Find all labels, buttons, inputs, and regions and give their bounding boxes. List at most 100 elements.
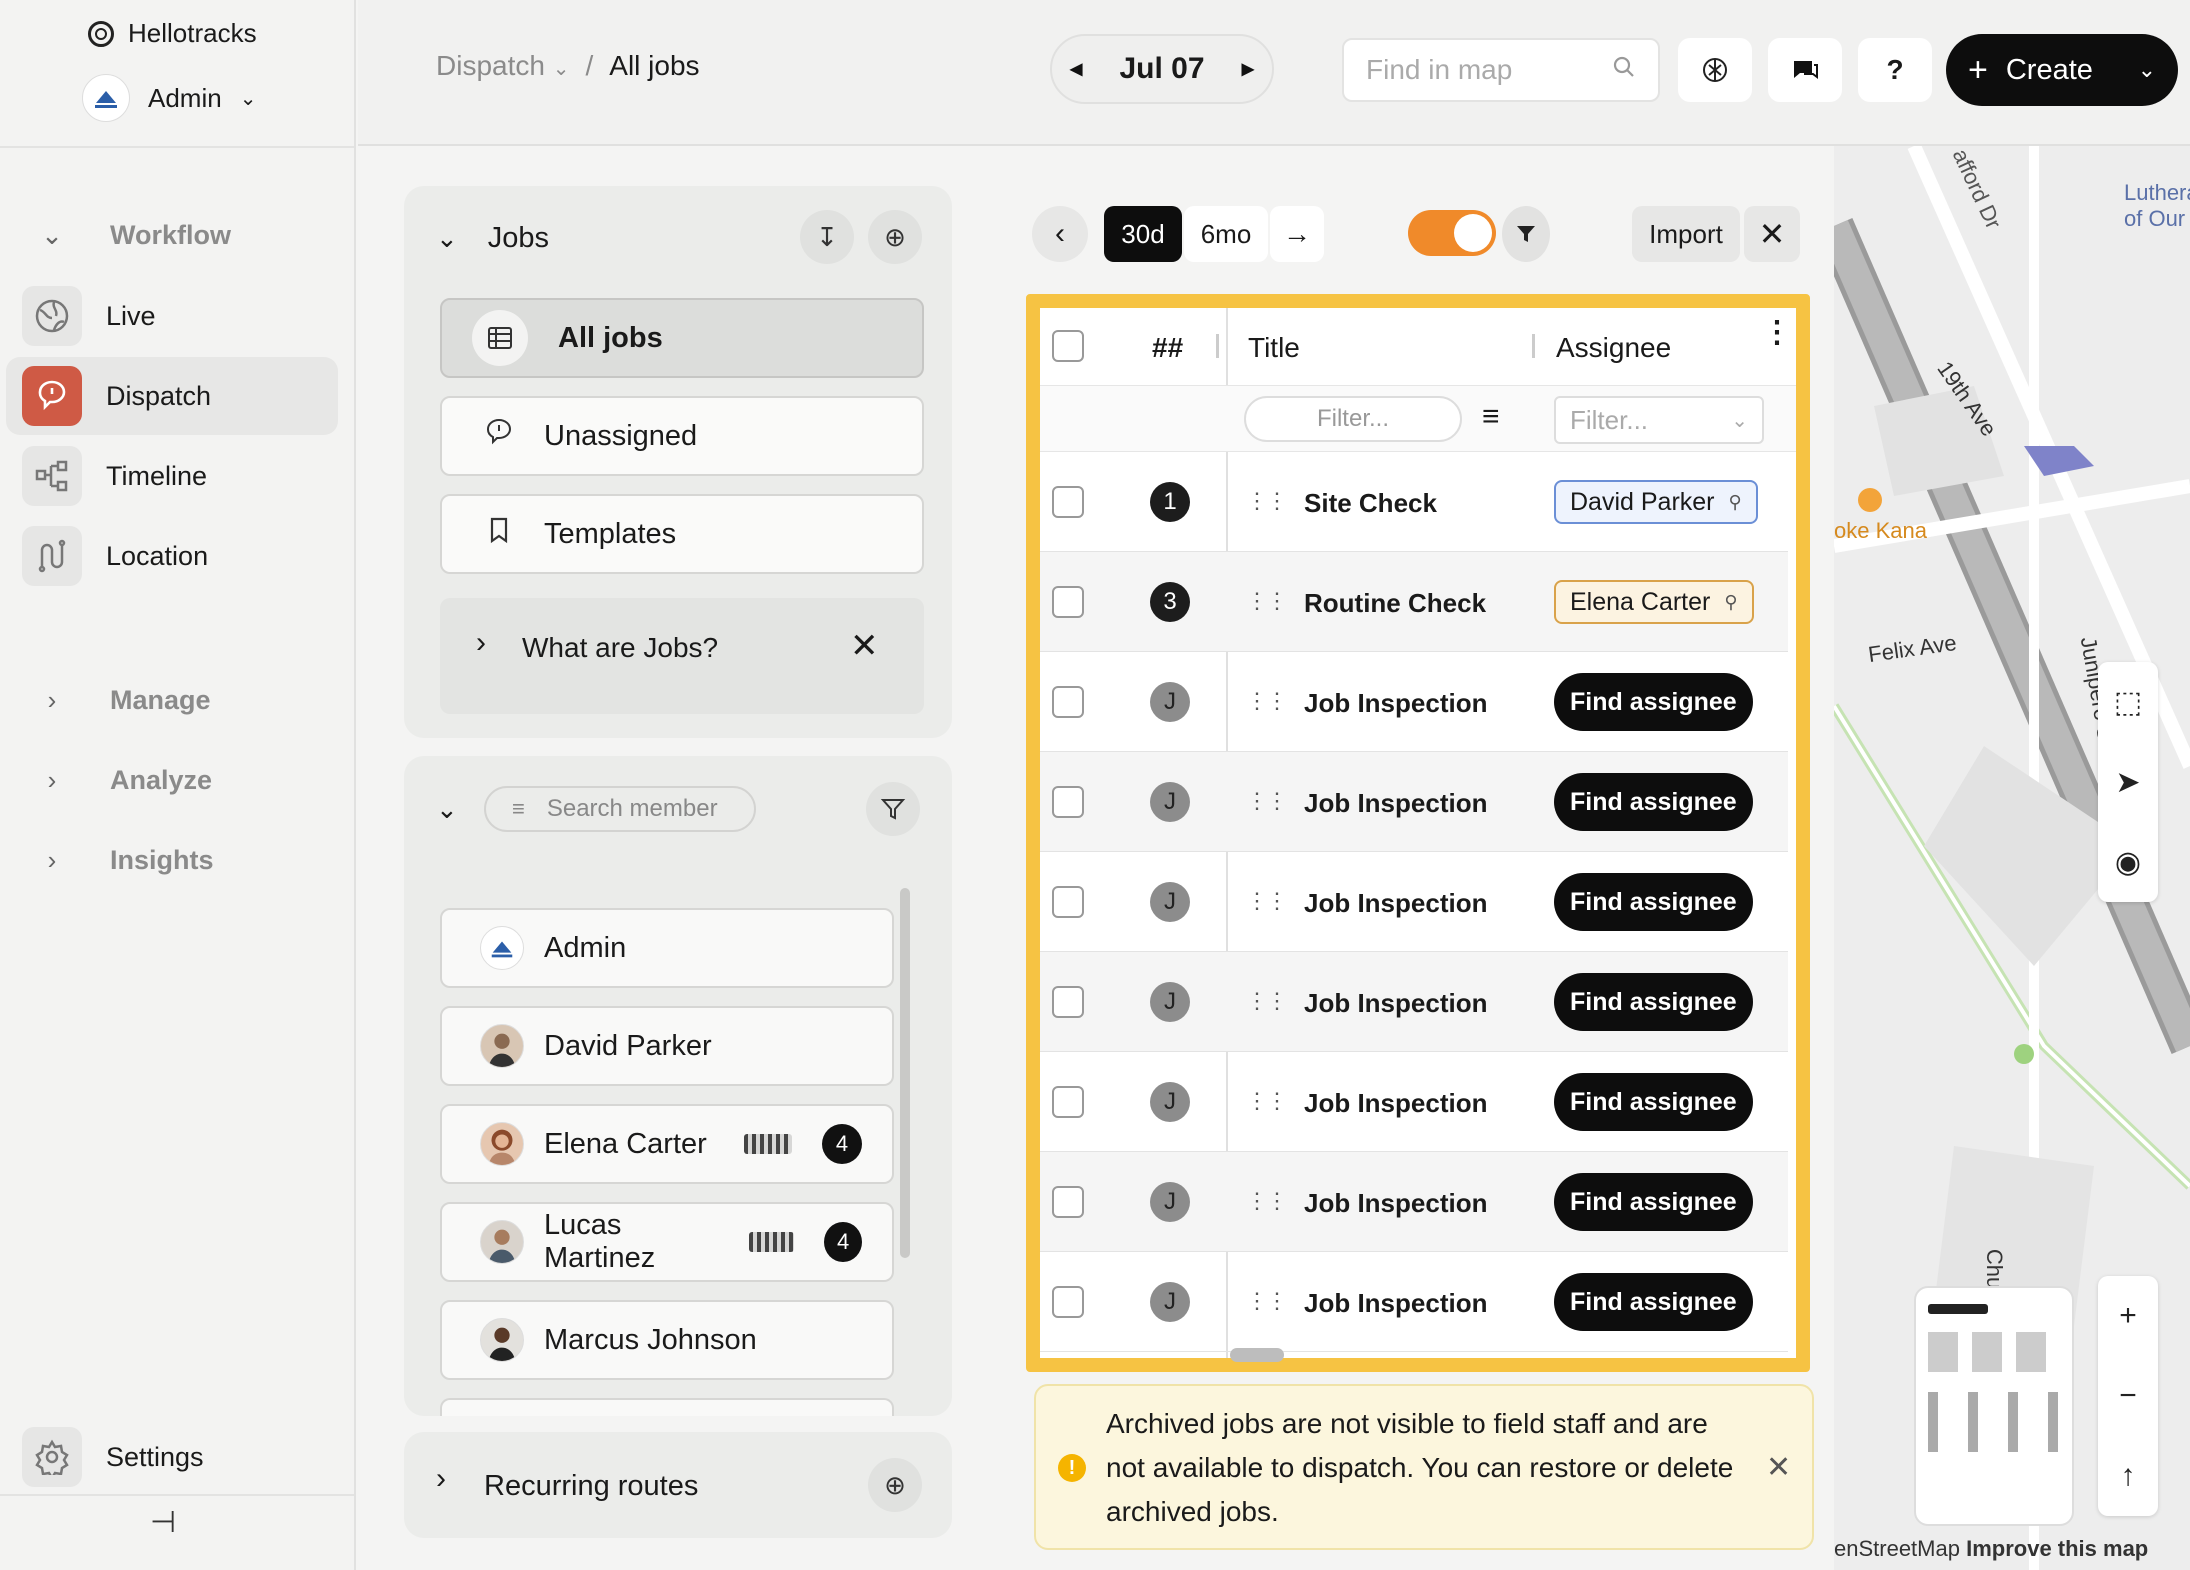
zoom-in-icon[interactable]: + (2119, 1276, 2137, 1356)
job-title[interactable]: Site Check (1304, 488, 1437, 519)
table-row[interactable]: J ⋮⋮ Job Inspection Find assignee (1040, 652, 1788, 752)
account-switcher[interactable]: Admin ⌄ (82, 74, 256, 122)
chevron-down-icon[interactable]: ⌄ (436, 794, 458, 825)
filter-icon[interactable] (866, 782, 920, 836)
date-label[interactable]: Jul 07 (1119, 52, 1204, 86)
drag-handle-icon[interactable]: ⋮⋮ (1246, 788, 1288, 814)
drag-handle-icon[interactable]: ⋮⋮ (1246, 488, 1288, 514)
next-range-button[interactable]: → (1270, 206, 1324, 262)
col-header-title[interactable]: Title (1248, 332, 1300, 364)
find-assignee-button[interactable]: Find assignee (1554, 1273, 1753, 1331)
job-title[interactable]: Job Inspection (1304, 1188, 1487, 1219)
recurring-routes-panel[interactable]: › Recurring routes ⊕ (404, 1432, 952, 1538)
ai-assistant-button[interactable] (1678, 38, 1752, 102)
row-checkbox[interactable] (1052, 886, 1084, 918)
map-style-preview[interactable] (1914, 1286, 2074, 1526)
filter-icon[interactable] (1502, 206, 1550, 262)
column-menu-icon[interactable]: ⋮ (1762, 318, 1792, 348)
close-icon[interactable]: ✕ (850, 626, 879, 666)
job-title[interactable]: Job Inspection (1304, 888, 1487, 919)
table-row[interactable]: J ⋮⋮ Job Inspection Find assignee (1040, 1052, 1788, 1152)
drag-handle-icon[interactable]: ⋮⋮ (1246, 1188, 1288, 1214)
table-row[interactable]: J ⋮⋮ Job Inspection Find assignee (1040, 1152, 1788, 1252)
next-day-button[interactable]: ▶ (1242, 59, 1254, 79)
find-assignee-button[interactable]: Find assignee (1554, 1073, 1753, 1131)
table-row[interactable]: J ⋮⋮ Job Inspection Find assignee (1040, 1252, 1788, 1352)
range-6mo-button[interactable]: 6mo (1184, 206, 1268, 262)
scrollbar[interactable] (900, 888, 910, 1258)
col-header-assignee[interactable]: Assignee (1556, 332, 1671, 364)
assignee-filter-select[interactable]: Filter... ⌄ (1554, 396, 1764, 444)
member-lucas-martinez[interactable]: Lucas Martinez 4 (440, 1202, 894, 1282)
help-button[interactable]: ? (1858, 38, 1932, 102)
member-david-parker[interactable]: David Parker (440, 1006, 894, 1086)
job-title[interactable]: Job Inspection (1304, 1288, 1487, 1319)
search-member-input[interactable]: ≡ Search member (484, 786, 756, 832)
prev-range-button[interactable]: ‹ (1032, 206, 1088, 262)
select-all-checkbox[interactable] (1052, 330, 1084, 362)
import-jobs-icon[interactable]: ↧ (800, 210, 854, 264)
row-checkbox[interactable] (1052, 786, 1084, 818)
find-assignee-button[interactable]: Find assignee (1554, 1173, 1753, 1231)
col-header-number[interactable]: ## (1152, 332, 1183, 364)
import-button[interactable]: Import (1632, 206, 1740, 262)
filter-lines-icon[interactable]: ≡ (1482, 400, 1500, 434)
row-checkbox[interactable] (1052, 486, 1084, 518)
section-workflow[interactable]: ⌄ Workflow (38, 220, 231, 251)
drag-handle-icon[interactable]: ⋮⋮ (1246, 1088, 1288, 1114)
row-checkbox[interactable] (1052, 1086, 1084, 1118)
archive-toggle[interactable] (1408, 210, 1496, 256)
chat-button[interactable] (1768, 38, 1842, 102)
table-row[interactable]: J ⋮⋮ Job Inspection Find assignee (1040, 952, 1788, 1052)
find-in-map-input[interactable]: Find in map (1342, 38, 1660, 102)
member-admin[interactable]: Admin (440, 908, 894, 988)
assignee-chip[interactable]: David Parker ⚲ (1554, 480, 1758, 524)
what-are-jobs-card[interactable]: › What are Jobs? ✕ (440, 598, 924, 714)
add-job-icon[interactable]: ⊕ (868, 210, 922, 264)
row-checkbox[interactable] (1052, 1186, 1084, 1218)
row-checkbox[interactable] (1052, 986, 1084, 1018)
drag-handle-icon[interactable]: ⋮⋮ (1246, 588, 1288, 614)
zoom-out-icon[interactable]: − (2119, 1356, 2137, 1436)
add-route-icon[interactable]: ⊕ (868, 1458, 922, 1512)
range-30d-button[interactable]: 30d (1104, 206, 1182, 262)
view-all-jobs[interactable]: All jobs (440, 298, 924, 378)
sidebar-item-timeline[interactable]: Timeline (6, 437, 338, 515)
drag-handle-icon[interactable]: ⋮⋮ (1246, 1288, 1288, 1314)
reset-north-icon[interactable]: ↑ (2121, 1436, 2136, 1516)
row-checkbox[interactable] (1052, 586, 1084, 618)
row-checkbox[interactable] (1052, 686, 1084, 718)
sidebar-item-live[interactable]: Live (6, 277, 338, 355)
view-templates[interactable]: Templates (440, 494, 924, 574)
find-assignee-button[interactable]: Find assignee (1554, 873, 1753, 931)
horizontal-scrollbar[interactable] (1230, 1348, 1284, 1362)
find-assignee-button[interactable]: Find assignee (1554, 773, 1753, 831)
table-row[interactable]: 1 ⋮⋮ Site Check David Parker ⚲ (1040, 452, 1788, 552)
eye-icon[interactable]: ◉ (2115, 822, 2141, 902)
add-point-icon[interactable]: ➤ (2115, 742, 2140, 822)
find-assignee-button[interactable]: Find assignee (1554, 973, 1753, 1031)
member-marcus-johnson[interactable]: Marcus Johnson (440, 1300, 894, 1380)
col-resize-handle[interactable] (1216, 334, 1219, 358)
assignee-chip[interactable]: Elena Carter ⚲ (1554, 580, 1754, 624)
table-row[interactable]: 3 ⋮⋮ Routine Check Elena Carter ⚲ (1040, 552, 1788, 652)
col-resize-handle[interactable] (1532, 334, 1535, 358)
drag-handle-icon[interactable]: ⋮⋮ (1246, 688, 1288, 714)
job-title[interactable]: Job Inspection (1304, 1088, 1487, 1119)
section-analyze[interactable]: › Analyze (38, 765, 212, 796)
table-row[interactable]: J ⋮⋮ Job Inspection Find assignee (1040, 852, 1788, 952)
breadcrumb-dispatch[interactable]: Dispatch ⌄ (436, 50, 569, 82)
job-title[interactable]: Job Inspection (1304, 688, 1487, 719)
sidebar-item-location[interactable]: Location (6, 517, 338, 595)
drag-handle-icon[interactable]: ⋮⋮ (1246, 888, 1288, 914)
select-area-icon[interactable]: ⬚ (2114, 662, 2142, 742)
sidebar-item-dispatch[interactable]: Dispatch (6, 357, 338, 435)
job-title[interactable]: Job Inspection (1304, 788, 1487, 819)
section-manage[interactable]: › Manage (38, 685, 211, 716)
member-elena-carter[interactable]: Elena Carter 4 (440, 1104, 894, 1184)
close-icon[interactable]: ✕ (1766, 1446, 1791, 1490)
close-icon[interactable]: ✕ (1744, 206, 1800, 262)
app-brand[interactable]: Hellotracks (88, 18, 257, 49)
create-button[interactable]: + Create ⌄ (1946, 34, 2178, 106)
job-title[interactable]: Job Inspection (1304, 988, 1487, 1019)
